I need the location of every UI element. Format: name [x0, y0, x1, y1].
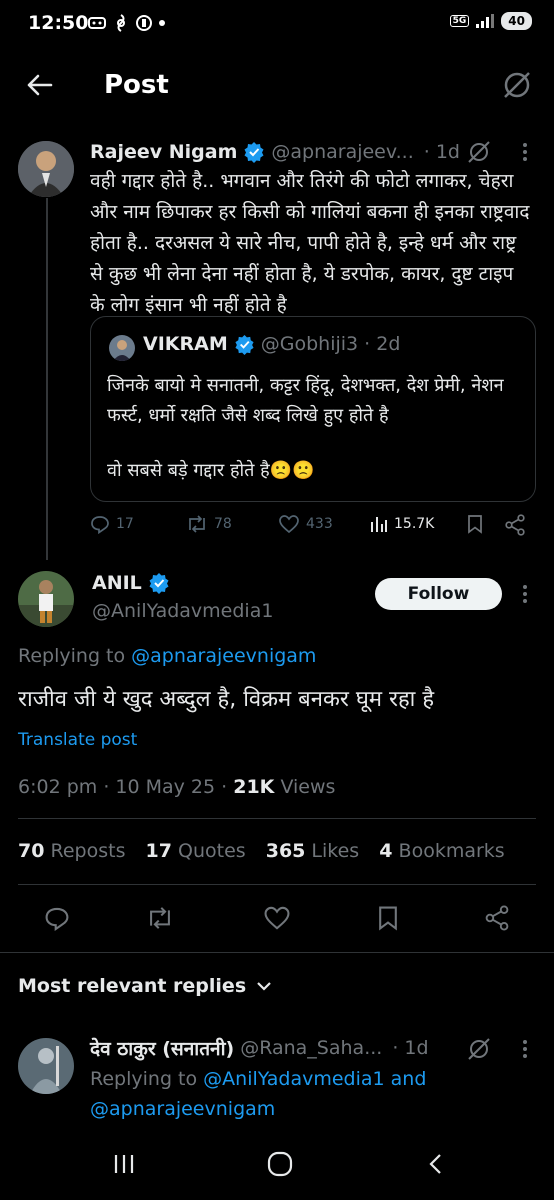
views-label: Views	[274, 776, 336, 798]
post-text: राजीव जी ये खुद अब्दुल है, विक्रम बनकर घ…	[18, 687, 435, 712]
quoted-post-text-2: वो सबसे बड़े गद्दार होते है🙁🙁	[107, 460, 315, 481]
divider	[18, 884, 536, 885]
like-icon	[279, 515, 299, 534]
repost-button[interactable]: 78	[186, 514, 232, 534]
author-handle[interactable]: @Rana_Saha...	[240, 1037, 382, 1059]
replies-sort-dropdown[interactable]: Most relevant replies	[18, 975, 272, 997]
views-count: 15.7K	[394, 516, 435, 532]
replying-to-link[interactable]: @apnarajeevnigam	[90, 1098, 275, 1120]
avatar-image	[18, 571, 74, 627]
author-name[interactable]: Rajeev Nigam	[90, 141, 237, 163]
reply-replying-to: Replying to @AnilYadavmedia1 and @apnara…	[90, 1068, 427, 1120]
voicemail-icon	[88, 17, 106, 29]
bookmark-icon[interactable]	[466, 514, 484, 534]
quoted-post[interactable]: VIKRAM @Gobhiji3 · 2d जिनके बायो मे सनात…	[90, 316, 536, 502]
share-icon[interactable]	[484, 905, 510, 931]
recent-apps-icon[interactable]	[112, 1152, 136, 1176]
quoted-author-name: VIKRAM	[143, 333, 228, 355]
quoted-post-text: जिनके बायो मे सनातनी, कट्टर हिंदू, देशभक…	[107, 375, 504, 426]
fan-icon	[117, 14, 125, 32]
repost-count: 78	[214, 516, 232, 532]
back-button[interactable]	[24, 70, 56, 102]
more-icon[interactable]	[522, 142, 528, 162]
views-icon	[371, 517, 387, 532]
like-icon[interactable]	[263, 905, 291, 931]
more-icon[interactable]	[522, 1039, 528, 1059]
status-bar: 12:50 5G 40	[0, 0, 554, 50]
author-handle[interactable]: @AnilYadavmedia1	[92, 600, 273, 622]
post-time: · 1d	[392, 1037, 429, 1059]
translate-post-link[interactable]: Translate post	[18, 730, 137, 750]
avatar[interactable]	[18, 571, 74, 627]
share-icon[interactable]	[504, 514, 526, 536]
replying-to: Replying to @apnarajeevnigam	[18, 645, 316, 667]
verified-icon	[235, 334, 254, 355]
views-count: 21K	[233, 776, 275, 798]
grok-icon[interactable]	[466, 1036, 492, 1062]
reply-count: 17	[116, 516, 134, 532]
network-type: 5G	[449, 15, 470, 27]
like-button[interactable]: 433	[278, 514, 333, 534]
avatar-image	[109, 335, 135, 361]
timestamp-text: 6:02 pm · 10 May 25 ·	[18, 776, 234, 798]
repost-icon	[189, 515, 205, 533]
post-author-block: ANIL @AnilYadavmedia1	[92, 572, 273, 622]
reply-icon[interactable]	[44, 905, 70, 931]
divider	[0, 952, 554, 953]
more-icon[interactable]	[522, 584, 528, 604]
grok-button[interactable]	[500, 68, 534, 102]
post-time: · 1d	[423, 141, 460, 163]
reply-icon	[91, 516, 109, 534]
verified-icon	[149, 573, 169, 594]
avatar-image	[18, 141, 74, 197]
post-text: वही गद्दार होते है.. भगवान और तिरंगे की …	[90, 170, 530, 316]
bookmarks-stat[interactable]: 4 Bookmarks	[379, 840, 504, 862]
chevron-down-icon	[257, 982, 271, 991]
dot-icon	[159, 20, 165, 26]
views-button[interactable]: 15.7K	[370, 514, 434, 534]
avatar[interactable]	[18, 1038, 74, 1094]
reply-button[interactable]: 17	[90, 514, 134, 534]
battery-saver-icon	[136, 15, 152, 31]
quoted-author-handle: @Gobhiji3 · 2d	[260, 333, 401, 355]
notification-icons	[88, 14, 166, 32]
bookmark-icon[interactable]	[376, 905, 400, 931]
grok-icon[interactable]	[466, 139, 492, 165]
signal-icon	[476, 14, 495, 28]
verified-icon	[244, 142, 264, 163]
page-title: Post	[104, 70, 169, 100]
grok-icon	[504, 72, 530, 98]
post-stats: 70 Reposts 17 Quotes 365 Likes 4 Bookmar…	[18, 840, 505, 862]
back-nav-icon[interactable]	[424, 1152, 448, 1176]
thread-line	[46, 198, 48, 560]
home-icon[interactable]	[266, 1150, 294, 1178]
avatar[interactable]	[18, 141, 74, 197]
main-action-bar	[0, 900, 554, 940]
avatar	[109, 335, 135, 361]
replying-to-link[interactable]: @apnarajeevnigam	[131, 645, 316, 667]
replying-prefix: Replying to	[18, 645, 132, 667]
system-nav-bar	[0, 1126, 554, 1200]
status-time: 12:50	[28, 12, 89, 34]
reposts-stat[interactable]: 70 Reposts	[18, 840, 125, 862]
replies-sort-label: Most relevant replies	[18, 975, 247, 997]
back-arrow-icon	[27, 74, 53, 96]
quotes-stat[interactable]: 17 Quotes	[146, 840, 246, 862]
author-name[interactable]: ANIL	[92, 572, 142, 594]
battery-level: 40	[501, 12, 532, 30]
repost-icon[interactable]	[146, 905, 174, 931]
like-count: 433	[306, 516, 333, 532]
divider	[18, 818, 536, 819]
post-timestamp: 6:02 pm · 10 May 25 · 21K Views	[18, 776, 335, 798]
avatar-image	[18, 1038, 74, 1094]
post-action-bar: 17 78 433 15.7K	[90, 514, 534, 540]
header-bar	[0, 50, 554, 122]
author-name[interactable]: देव ठाकुर (सनातनी)	[90, 1035, 234, 1061]
follow-button[interactable]: Follow	[375, 578, 502, 610]
replying-to-link[interactable]: @AnilYadavmedia1	[203, 1068, 384, 1090]
likes-stat[interactable]: 365 Likes	[266, 840, 360, 862]
author-handle[interactable]: @apnarajeev...	[271, 141, 413, 163]
